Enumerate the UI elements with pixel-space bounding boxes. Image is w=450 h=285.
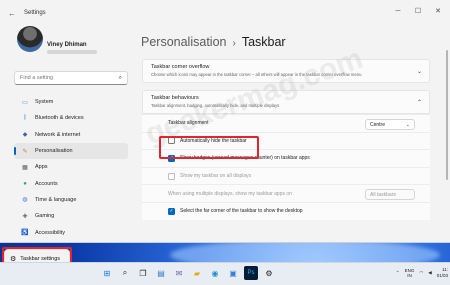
page-title: Personalisation › Taskbar xyxy=(141,35,286,49)
search-input[interactable]: Find a setting ⌕ xyxy=(14,71,128,85)
maximize-icon[interactable]: ☐ xyxy=(410,4,426,18)
behaviours-options: Taskbar alignment Centre ⌄ Automatically… xyxy=(142,114,430,220)
card-title: Taskbar behaviours xyxy=(151,95,199,101)
language-indicator[interactable]: ENG IN xyxy=(405,268,415,278)
minimize-icon[interactable]: ─ xyxy=(390,4,406,18)
sidebar-item-label: Gaming xyxy=(35,213,55,220)
volume-icon[interactable]: ◀ xyxy=(428,270,431,276)
behaviours-card[interactable]: Taskbar behaviours Taskbar alignment, ba… xyxy=(142,90,430,114)
multi-display-row: When using multiple displays, show my ta… xyxy=(142,184,430,202)
clock[interactable]: 11: 01/03 xyxy=(437,267,448,279)
widgets-icon[interactable]: ▤ xyxy=(154,266,168,280)
edge-icon[interactable]: ◉ xyxy=(208,266,222,280)
breadcrumb[interactable]: Personalisation xyxy=(141,35,226,49)
multi-display-dropdown: All taskbars xyxy=(365,189,415,201)
taskbar: ⊞ ⌕ ❐ ▤ ✉ ▰ ◉ ▣ Ps ⚙ ⌃ ENG IN ◠ ◀ 11: 01… xyxy=(0,262,450,285)
settings-window: ← Settings ─ ☐ ✕ Viney Dhiman Find a set… xyxy=(0,0,450,243)
search-placeholder: Find a setting xyxy=(20,75,54,81)
search-icon: ⌕ xyxy=(118,75,122,81)
user-name: Viney Dhiman xyxy=(47,42,87,48)
back-arrow-icon[interactable]: ← xyxy=(8,9,16,18)
sidebar-item-label: Accessibility xyxy=(35,229,65,236)
far-corner-row[interactable]: ✓ Select the far corner of the taskbar t… xyxy=(142,201,430,220)
far-corner-label: Select the far corner of the taskbar to … xyxy=(180,208,303,215)
sidebar-item-accessibility[interactable]: ♿ Accessibility xyxy=(14,224,128,240)
avatar[interactable] xyxy=(17,26,43,52)
sidebar-nav: ▭ System ᛒ Bluetooth & devices ◆ Network… xyxy=(14,94,128,241)
system-tray: ⌃ ENG IN ◠ ◀ 11: 01/03 xyxy=(396,267,448,279)
chevron-down-icon: ⌄ xyxy=(405,122,410,128)
all-displays-label: Show my taskbar on all displays xyxy=(180,173,252,180)
search-icon[interactable]: ⌕ xyxy=(118,266,132,280)
main-content: Personalisation › Taskbar Taskbar corner o… xyxy=(137,26,450,242)
card-subtitle: Choose which icons may appear in the tas… xyxy=(151,72,362,77)
person-icon: ● xyxy=(23,180,27,187)
alignment-label: Taskbar alignment xyxy=(168,120,209,127)
photoshop-icon[interactable]: Ps xyxy=(244,266,258,280)
multi-display-label: When using multiple displays, show my ta… xyxy=(168,190,292,197)
globe-icon: ◍ xyxy=(22,197,28,204)
taskbar-apps: ⊞ ⌕ ❐ ▤ ✉ ▰ ◉ ▣ Ps ⚙ xyxy=(100,266,276,280)
sidebar-item-label: Accounts xyxy=(35,180,58,187)
all-displays-row: Show my taskbar on all displays xyxy=(142,166,430,185)
settings-app-icon[interactable]: ⚙ xyxy=(262,266,276,280)
language-region: IN xyxy=(407,273,412,278)
sidebar-item-gaming[interactable]: ✚ Gaming xyxy=(14,208,128,224)
file-explorer-icon[interactable]: ▰ xyxy=(190,266,204,280)
sidebar-item-apps[interactable]: ▦ Apps xyxy=(14,159,128,175)
close-icon[interactable]: ✕ xyxy=(430,4,446,18)
accessibility-icon: ♿ xyxy=(21,230,29,237)
alignment-row: Taskbar alignment Centre ⌄ xyxy=(142,114,430,132)
highlight-auto-hide xyxy=(159,136,259,159)
network-icon: ◆ xyxy=(22,132,28,139)
sidebar-item-system[interactable]: ▭ System xyxy=(14,94,128,110)
sidebar-item-bluetooth[interactable]: ᛒ Bluetooth & devices xyxy=(14,110,128,126)
monitor-icon: ▭ xyxy=(22,99,28,106)
card-subtitle: Taskbar alignment, badging, automaticall… xyxy=(151,103,280,108)
store-icon[interactable]: ▣ xyxy=(226,266,240,280)
alignment-value: Centre xyxy=(370,121,386,128)
chat-icon[interactable]: ✉ xyxy=(172,266,186,280)
window-title: Settings xyxy=(24,10,46,16)
task-view-icon[interactable]: ❐ xyxy=(136,266,150,280)
sidebar-item-label: System xyxy=(35,99,54,106)
alignment-dropdown[interactable]: Centre ⌄ xyxy=(365,119,415,130)
multi-display-value: All taskbars xyxy=(370,191,396,198)
sidebar: Viney Dhiman Find a setting ⌕ ▭ System ᛒ… xyxy=(0,26,137,242)
card-title: Taskbar corner overflow xyxy=(151,64,210,70)
brush-icon: ✎ xyxy=(22,148,28,155)
corner-overflow-card[interactable]: Taskbar corner overflow Choose which ico… xyxy=(142,59,430,83)
profile: Viney Dhiman xyxy=(0,26,137,70)
sidebar-item-label: Personalisation xyxy=(35,148,73,155)
sidebar-item-label: Time & language xyxy=(35,196,77,203)
breadcrumb-separator: › xyxy=(232,38,236,49)
all-displays-checkbox xyxy=(168,172,175,180)
sidebar-item-label: Bluetooth & devices xyxy=(35,115,84,122)
user-email-redacted xyxy=(47,50,97,54)
scrollbar[interactable] xyxy=(446,50,448,180)
chevron-up-icon[interactable]: ⌃ xyxy=(396,270,400,276)
page-title-text: Taskbar xyxy=(241,35,286,49)
clock-date: 01/03 xyxy=(436,273,448,278)
sidebar-item-accounts[interactable]: ● Accounts xyxy=(14,175,128,191)
bluetooth-icon: ᛒ xyxy=(23,115,27,122)
sidebar-item-label: Apps xyxy=(35,164,48,171)
apps-icon: ▦ xyxy=(22,164,28,171)
sidebar-item-network[interactable]: ◆ Network & internet xyxy=(14,127,128,143)
chevron-down-icon: ⌄ xyxy=(416,69,422,75)
gamepad-icon: ✚ xyxy=(22,213,28,220)
sidebar-item-label: Network & internet xyxy=(35,131,81,138)
wifi-icon[interactable]: ◠ xyxy=(419,270,423,276)
far-corner-checkbox[interactable]: ✓ xyxy=(168,207,175,215)
sidebar-item-time-language[interactable]: ◍ Time & language xyxy=(14,192,128,208)
start-icon[interactable]: ⊞ xyxy=(100,266,114,280)
window-controls: ─ ☐ ✕ xyxy=(390,4,446,18)
title-bar: ← Settings xyxy=(0,0,450,26)
sidebar-item-personalisation[interactable]: ✎ Personalisation xyxy=(14,142,128,160)
chevron-up-icon: ⌃ xyxy=(416,100,422,106)
